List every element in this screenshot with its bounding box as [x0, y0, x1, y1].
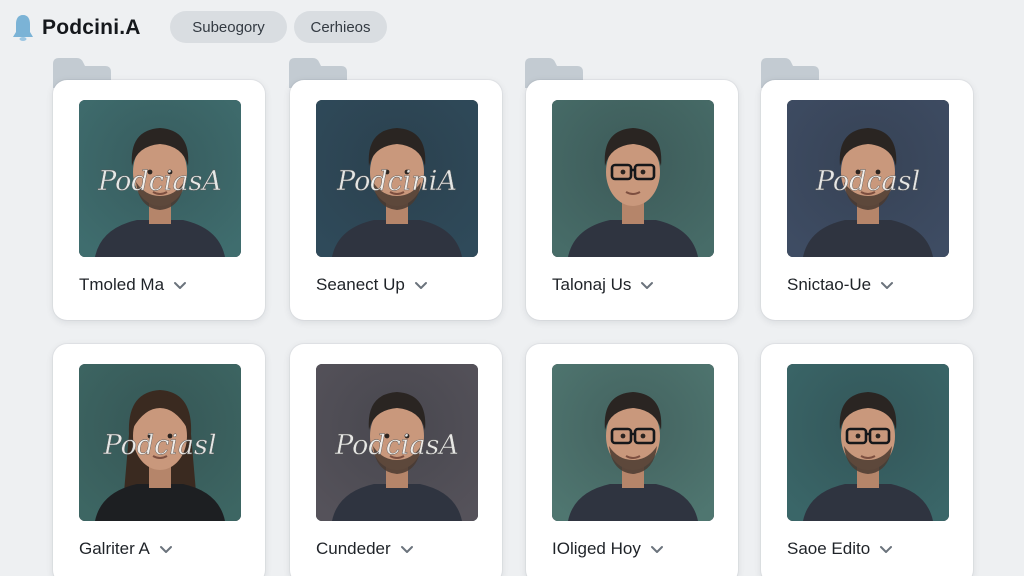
podcast-thumbnail[interactable]: PodciasA — [316, 364, 478, 521]
podcast-thumbnail[interactable] — [552, 100, 714, 257]
app-window: Podcini.A Subeogory Cerhieos PodciasA Tmo… — [0, 0, 1024, 576]
podcast-card[interactable]: Talonaj Us — [526, 80, 738, 320]
card-footer[interactable]: Snictao-Ue — [787, 273, 895, 297]
cover-overlay-text: Podcasl — [815, 166, 920, 197]
podcast-cover-image — [552, 100, 714, 257]
podcast-card[interactable]: PodciasA Tmoled Ma — [53, 80, 265, 320]
card-footer[interactable]: Tmoled Ma — [79, 273, 188, 297]
card-footer[interactable]: Saoe Edito — [787, 537, 894, 561]
card-footer[interactable]: Cundeder — [316, 537, 415, 561]
chevron-down-icon[interactable] — [639, 277, 655, 293]
podcast-card[interactable]: IOliged Hoy — [526, 344, 738, 576]
category-chip[interactable]: Subeogory — [170, 11, 287, 43]
chevron-down-icon[interactable] — [879, 277, 895, 293]
bell-icon[interactable] — [12, 14, 34, 42]
card-label: Seanect Up — [316, 275, 405, 294]
card-label: Saoe Edito — [787, 539, 871, 558]
podcast-thumbnail[interactable] — [787, 364, 949, 521]
chevron-down-icon[interactable] — [878, 541, 894, 557]
chevron-down-icon[interactable] — [158, 541, 174, 557]
chevron-down-icon[interactable] — [172, 277, 188, 293]
card-label: Talonaj Us — [552, 275, 632, 294]
podcast-cover-image: PodciasA — [316, 364, 478, 521]
header-bar: Podcini.A Subeogory Cerhieos — [0, 0, 1024, 56]
podcast-thumbnail[interactable]: PodciasA — [79, 100, 241, 257]
card-label: Snictao-Ue — [787, 275, 872, 294]
podcast-card[interactable]: Podciasl Galriter A — [53, 344, 265, 576]
podcast-thumbnail[interactable]: Podciasl — [79, 364, 241, 521]
podcast-card[interactable]: Saoe Edito — [761, 344, 973, 576]
cover-overlay-text: Podciasl — [103, 430, 217, 461]
podcast-card[interactable]: PodciniA Seanect Up — [290, 80, 502, 320]
podcast-card[interactable]: PodciasA Cundeder — [290, 344, 502, 576]
podcast-cover-image — [552, 364, 714, 521]
chevron-down-icon[interactable] — [399, 541, 415, 557]
podcast-cover-image: PodciniA — [316, 100, 478, 257]
card-label: Cundeder — [316, 539, 391, 558]
archive-chip[interactable]: Cerhieos — [294, 11, 387, 43]
podcast-thumbnail[interactable] — [552, 364, 714, 521]
cover-overlay-text: PodciniA — [336, 166, 457, 197]
podcast-card[interactable]: Podcasl Snictao-Ue — [761, 80, 973, 320]
card-label: Galriter A — [79, 539, 150, 558]
podcast-cover-image — [787, 364, 949, 521]
podcast-cover-image: Podciasl — [79, 364, 241, 521]
podcast-thumbnail[interactable]: Podcasl — [787, 100, 949, 257]
card-footer[interactable]: Seanect Up — [316, 273, 429, 297]
cover-overlay-text: PodciasA — [334, 430, 459, 461]
card-label: IOliged Hoy — [552, 539, 641, 558]
card-footer[interactable]: Galriter A — [79, 537, 174, 561]
chevron-down-icon[interactable] — [413, 277, 429, 293]
chevron-down-icon[interactable] — [649, 541, 665, 557]
card-footer[interactable]: Talonaj Us — [552, 273, 655, 297]
app-title: Podcini.A — [42, 16, 141, 39]
chip-label: Subeogory — [192, 18, 265, 36]
card-footer[interactable]: IOliged Hoy — [552, 537, 665, 561]
podcast-thumbnail[interactable]: PodciniA — [316, 100, 478, 257]
podcast-cover-image: Podcasl — [787, 100, 949, 257]
card-label: Tmoled Ma — [79, 275, 165, 294]
podcast-cover-image: PodciasA — [79, 100, 241, 257]
cover-overlay-text: PodciasA — [97, 166, 222, 197]
chip-label: Cerhieos — [310, 18, 371, 36]
